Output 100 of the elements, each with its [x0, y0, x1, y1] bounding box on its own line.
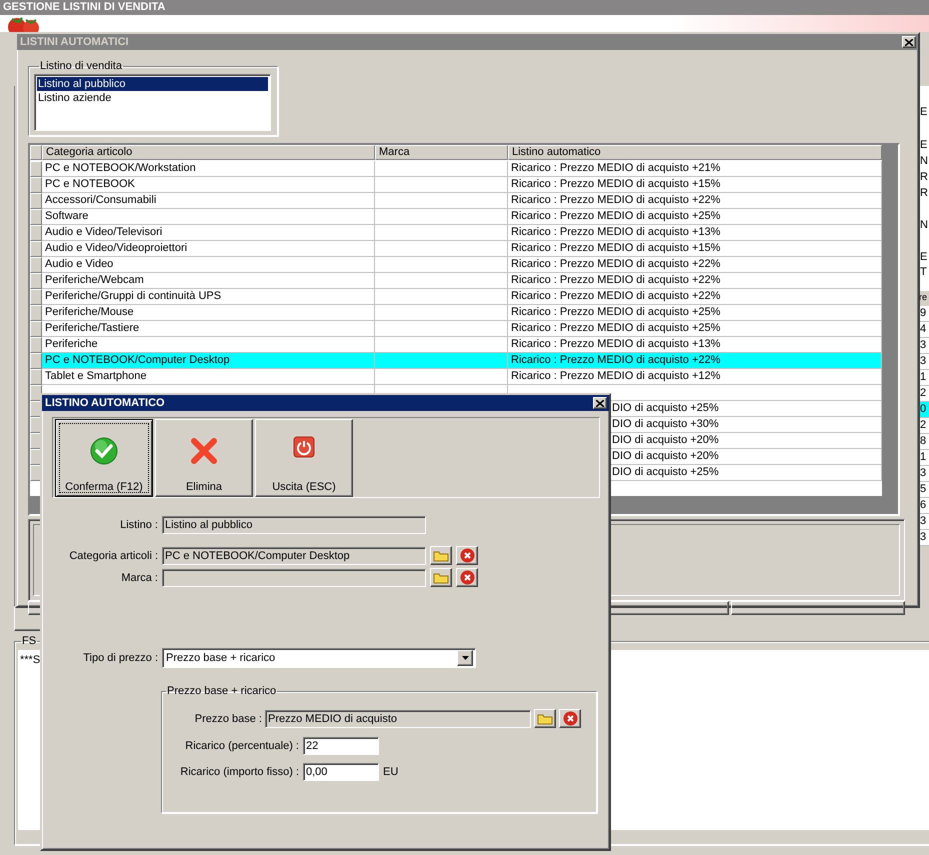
field-label: Ricarico (importo fisso) : — [179, 766, 299, 778]
table-cell: Ricarico : Prezzo MEDIO di acquisto +22% — [508, 257, 882, 273]
close-button[interactable] — [902, 36, 916, 48]
row-header[interactable] — [30, 161, 42, 177]
side-text: T — [920, 266, 927, 279]
row-header[interactable] — [30, 257, 42, 273]
table-cell: Periferiche/Mouse — [42, 305, 375, 321]
table-cell: 0 — [919, 402, 929, 418]
table-cell: Ricarico : Prezzo MEDIO di acquisto +15% — [508, 241, 882, 257]
table-cell: Periferiche/Gruppi di continuità UPS — [42, 289, 375, 305]
browse-button[interactable] — [430, 546, 452, 565]
base-price-field[interactable]: Prezzo MEDIO di acquisto — [265, 710, 531, 728]
table-cell: Audio e Video/Televisori — [42, 225, 375, 241]
clear-button[interactable] — [456, 546, 478, 565]
table-cell: Ricarico : Prezzo MEDIO di acquisto +21% — [508, 161, 882, 177]
table-cell: Audio e Video/Videoproiettori — [42, 241, 375, 257]
field-label: Listino : — [119, 519, 158, 531]
column-header[interactable]: Listino automatico — [508, 145, 882, 160]
browse-button[interactable] — [534, 709, 556, 728]
list-item[interactable]: Listino al pubblico — [37, 77, 268, 91]
toolbar-button[interactable]: Conferma (F12) — [55, 419, 153, 497]
group-label: Listino di vendita — [39, 60, 123, 72]
table-cell: Audio e Video — [42, 257, 375, 273]
field-label: Categoria articoli : — [68, 550, 158, 562]
markup-percent-field[interactable]: 22 — [303, 737, 379, 755]
caret-icon — [462, 656, 468, 660]
row-header[interactable] — [30, 225, 42, 241]
table-cell: PC e NOTEBOOK — [42, 177, 375, 193]
tomato-icon — [6, 15, 42, 32]
table-cell: Ricarico : Prezzo MEDIO di acquisto +25% — [508, 321, 882, 337]
row-header[interactable] — [30, 385, 42, 401]
side-text: E — [920, 106, 928, 119]
row-header[interactable] — [30, 353, 42, 369]
field-label: Marca : — [120, 572, 158, 584]
table-cell: Ricarico : Prezzo MEDIO di acquisto +25% — [508, 305, 882, 321]
toolbar-button[interactable]: Elimina — [155, 419, 253, 497]
column-header[interactable]: Categoria articolo — [42, 145, 375, 160]
close-icon — [905, 38, 913, 46]
panel-tab[interactable] — [731, 601, 905, 615]
row-header[interactable] — [30, 369, 42, 385]
clear-button[interactable] — [456, 568, 478, 587]
table-cell: Ricarico : Prezzo MEDIO di acquisto +13% — [508, 225, 882, 241]
category-field[interactable]: PC e NOTEBOOK/Computer Desktop — [162, 546, 426, 564]
app-title: GESTIONE LISTINI DI VENDITA — [3, 1, 166, 13]
cross-icon — [189, 436, 219, 466]
table-cell: Ricarico : Prezzo MEDIO di acquisto +22% — [508, 193, 882, 209]
field-label: Ricarico (percentuale) : — [184, 740, 299, 752]
window-title: LISTINI AUTOMATICI — [20, 36, 129, 48]
field-label: Prezzo base : — [194, 712, 262, 724]
brand-field[interactable] — [162, 568, 426, 586]
side-text: R — [920, 171, 928, 184]
price-type-dropdown[interactable]: Prezzo base + ricarico — [162, 648, 476, 668]
markup-fixed-field[interactable]: 0,00 — [303, 763, 379, 781]
row-header[interactable] — [30, 209, 42, 225]
side-text: N — [920, 155, 928, 168]
row-header[interactable] — [30, 241, 42, 257]
table-cell: Ricarico : Prezzo MEDIO di acquisto +22% — [508, 273, 882, 289]
close-icon — [596, 400, 604, 406]
group-label: Prezzo base + ricarico — [166, 685, 278, 697]
table-cell: Periferiche/Tastiere — [42, 321, 375, 337]
row-header[interactable] — [30, 337, 42, 353]
table-cell: Accessori/Consumabili — [42, 193, 375, 209]
power-icon — [293, 436, 315, 458]
browse-button[interactable] — [430, 568, 452, 587]
clear-icon — [460, 570, 474, 585]
side-text: R — [920, 187, 928, 200]
table-cell: Software — [42, 209, 375, 225]
clear-button[interactable] — [559, 709, 581, 728]
table-cell: PC e NOTEBOOK/Computer Desktop — [42, 353, 375, 369]
row-header[interactable] — [30, 193, 42, 209]
folder-icon — [433, 571, 449, 584]
window-title: LISTINO AUTOMATICO — [45, 397, 165, 409]
field-label: Tipo di prezzo : — [82, 652, 158, 664]
close-button[interactable] — [593, 397, 607, 409]
toolbar-button[interactable]: Uscita (ESC) — [255, 419, 353, 497]
log-label: FS — [21, 635, 38, 647]
list-item[interactable]: Listino aziende — [37, 91, 268, 105]
row-header[interactable] — [30, 289, 42, 305]
row-header[interactable] — [30, 321, 42, 337]
folder-icon — [433, 549, 449, 562]
check-icon — [89, 436, 119, 466]
table-cell: Ricarico : Prezzo MEDIO di acquisto +22% — [508, 353, 882, 369]
table-cell: Ricarico : Prezzo MEDIO di acquisto +15% — [508, 177, 882, 193]
table-cell: Ricarico : Prezzo MEDIO di acquisto +12% — [508, 369, 882, 385]
clear-icon — [460, 548, 474, 563]
row-header[interactable] — [30, 273, 42, 289]
side-text: E — [920, 139, 928, 152]
listino-field[interactable]: Listino al pubblico — [162, 516, 426, 534]
folder-icon — [537, 712, 553, 725]
row-header[interactable] — [30, 177, 42, 193]
table-cell: Tablet e Smartphone — [42, 369, 375, 385]
table-cell: Ricarico : Prezzo MEDIO di acquisto +25% — [508, 209, 882, 225]
table-cell: PC e NOTEBOOK/Workstation — [42, 161, 375, 177]
row-header[interactable] — [30, 305, 42, 321]
table-cell: Ricarico : Prezzo MEDIO di acquisto +22% — [508, 289, 882, 305]
table-cell: Periferiche/Webcam — [42, 273, 375, 289]
currency-label: EU — [383, 766, 398, 778]
column-header[interactable]: Marca — [375, 145, 508, 160]
side-text: N — [920, 219, 928, 232]
side-text: E — [920, 251, 928, 264]
